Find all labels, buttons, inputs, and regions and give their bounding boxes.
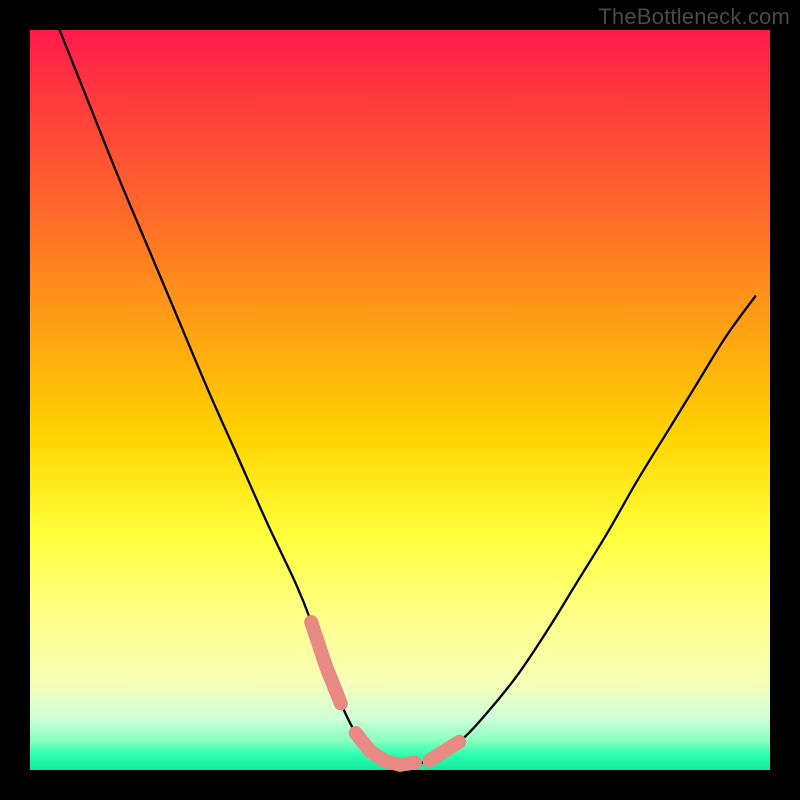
plot-area [30, 30, 770, 770]
valley-floor-marker [356, 733, 415, 765]
chart-svg [30, 30, 770, 770]
right-ascent-marker [430, 742, 460, 761]
watermark-text: TheBottleneck.com [598, 4, 790, 30]
bottleneck-curve [60, 30, 756, 765]
left-descent-marker [311, 622, 341, 703]
chart-frame: TheBottleneck.com [0, 0, 800, 800]
